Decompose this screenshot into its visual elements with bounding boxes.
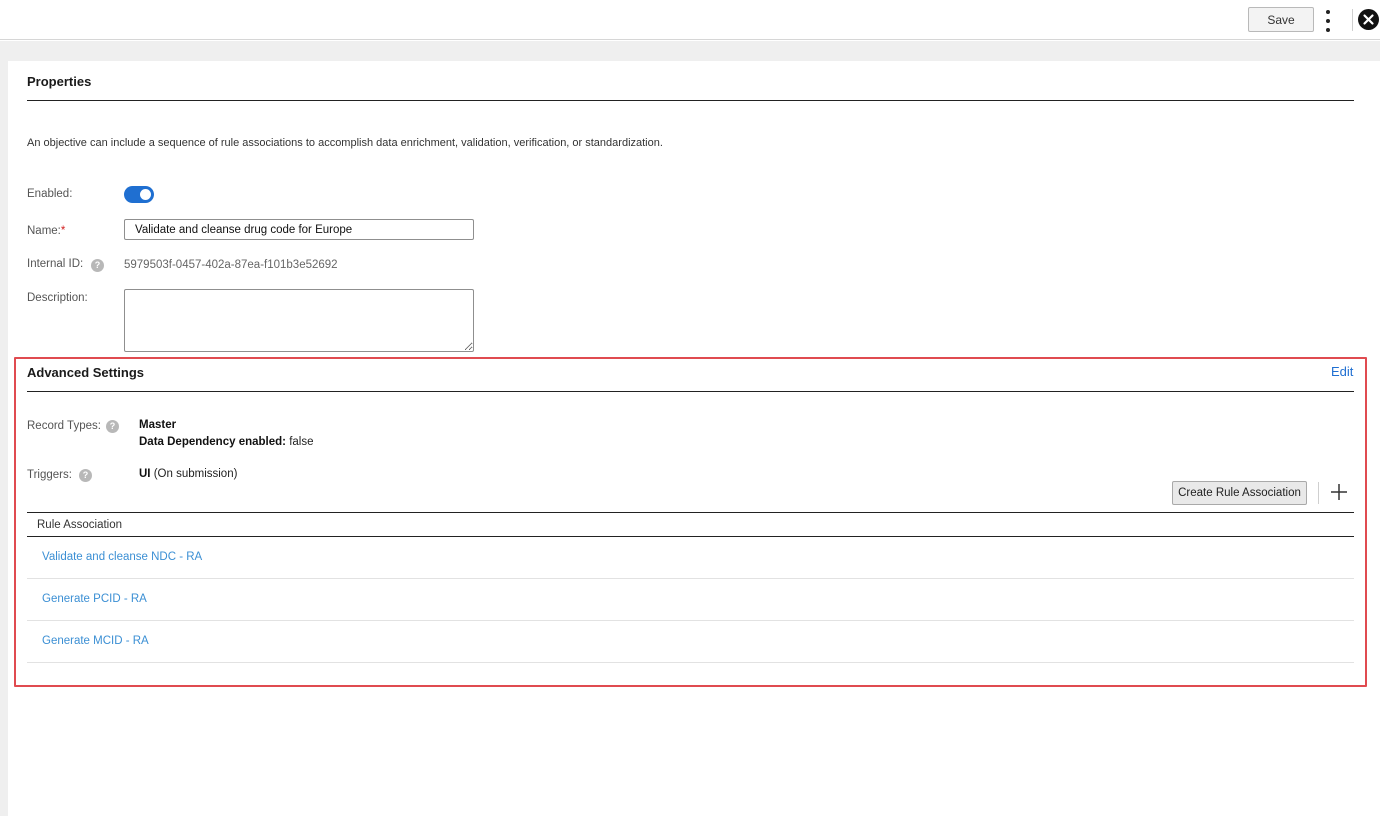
triggers-value: UI (On submission) [139, 468, 237, 480]
enabled-label: Enabled: [27, 188, 73, 200]
triggers-detail: (On submission) [153, 468, 238, 480]
advanced-settings-title: Advanced Settings [27, 365, 145, 380]
toolbar-divider [1352, 9, 1353, 31]
description-textarea[interactable] [124, 289, 474, 352]
data-dependency-value: false [289, 436, 314, 448]
description-label: Description: [27, 292, 88, 304]
table-row: Generate PCID - RA [27, 579, 1354, 621]
table-row: Validate and cleanse NDC - RA [27, 537, 1354, 579]
help-icon[interactable]: ? [91, 259, 104, 272]
create-rule-association-button[interactable]: Create Rule Association [1172, 481, 1307, 505]
table-top-rule [27, 512, 1354, 513]
triggers-strong: UI [139, 468, 151, 480]
properties-description: An objective can include a sequence of r… [27, 137, 663, 149]
button-divider [1318, 482, 1319, 504]
triggers-label: Triggers: [27, 469, 72, 481]
rule-association-link[interactable]: Validate and cleanse NDC - RA [42, 551, 202, 563]
required-mark: * [60, 225, 66, 237]
close-icon[interactable] [1358, 9, 1379, 30]
help-icon[interactable]: ? [79, 469, 92, 482]
table-row: Generate MCID - RA [27, 621, 1354, 663]
edit-link[interactable]: Edit [1331, 364, 1353, 379]
name-input[interactable] [124, 219, 474, 240]
name-label: Name:* [27, 225, 66, 237]
help-icon[interactable]: ? [106, 420, 119, 433]
data-dependency: Data Dependency enabled: false [139, 436, 313, 448]
properties-title: Properties [27, 74, 92, 89]
add-icon[interactable] [1329, 482, 1349, 502]
rule-association-link[interactable]: Generate PCID - RA [42, 593, 147, 605]
record-types-label: Record Types: [27, 420, 101, 432]
record-types-value: Master [139, 419, 177, 431]
rule-association-column-header: Rule Association [37, 519, 123, 531]
enabled-toggle[interactable] [124, 186, 154, 203]
toggle-knob [140, 189, 151, 200]
save-button[interactable]: Save [1248, 7, 1314, 32]
advanced-divider [27, 391, 1354, 392]
internal-id-value: 5979503f-0457-402a-87ea-f101b3e52692 [124, 259, 338, 271]
data-dependency-label: Data Dependency enabled: [139, 436, 286, 448]
top-toolbar: Save [0, 0, 1380, 40]
rule-association-link[interactable]: Generate MCID - RA [42, 635, 149, 647]
properties-divider [27, 100, 1354, 101]
kebab-menu-icon[interactable] [1320, 10, 1336, 32]
internal-id-label: Internal ID: [27, 258, 84, 270]
